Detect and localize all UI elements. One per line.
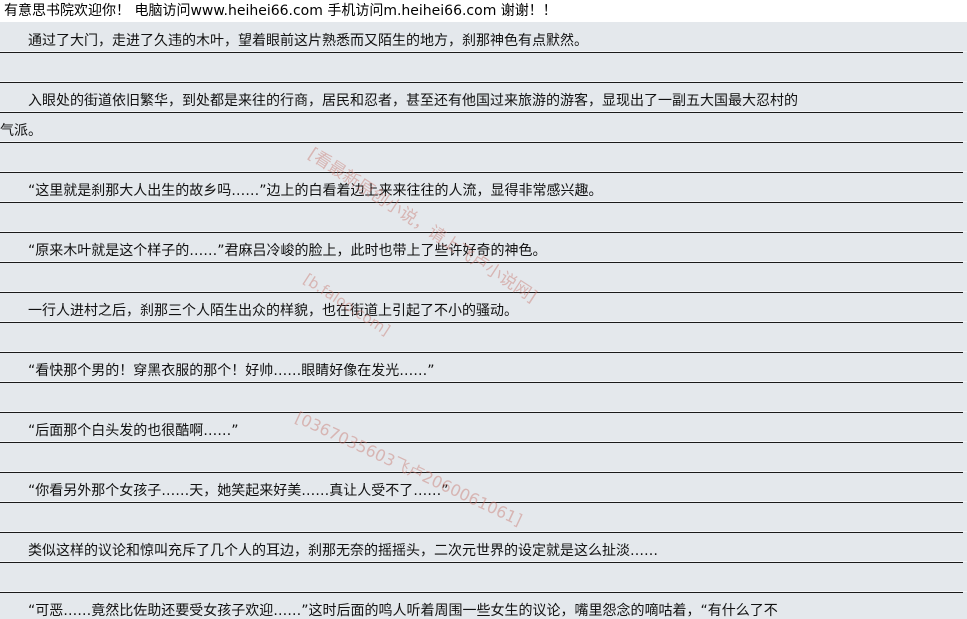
text-line: “后面那个白头发的也很酷啊……”	[0, 412, 963, 443]
site-banner: 有意思书院欢迎你！ 电脑访问www.heihei66.com 手机访问m.hei…	[0, 0, 967, 22]
blank-line	[0, 322, 963, 353]
text-line-content: 一行人进村之后，刹那三个人陌生出众的样貌，也在街道上引起了不小的骚动。	[0, 303, 518, 319]
text-line: “这里就是刹那大人出生的故乡吗……”边上的白看着边上来来往往的人流，显得非常感兴…	[0, 172, 963, 203]
chapter-text: 通过了大门，走进了久违的木叶，望着眼前这片熟悉而又陌生的地方，刹那神色有点默然。…	[0, 22, 967, 619]
text-line-content: “你看另外那个女孩子……天，她笑起来好美……真让人受不了……”	[0, 483, 449, 499]
text-line: 类似这样的议论和惊叫充斥了几个人的耳边，刹那无奈的摇摇头，二次元世界的设定就是这…	[0, 532, 963, 563]
text-line-content: “原来木叶就是这个样子的……”君麻吕冷峻的脸上，此时也带上了些许好奇的神色。	[0, 243, 547, 259]
text-line: 一行人进村之后，刹那三个人陌生出众的样貌，也在街道上引起了不小的骚动。	[0, 292, 963, 323]
text-line: 气派。	[0, 112, 963, 143]
blank-line	[0, 142, 963, 173]
text-line: 入眼处的街道依旧繁华，到处都是来往的行商，居民和忍者，甚至还有他国过来旅游的游客…	[0, 82, 963, 113]
text-line-content: 类似这样的议论和惊叫充斥了几个人的耳边，刹那无奈的摇摇头，二次元世界的设定就是这…	[0, 543, 658, 559]
text-line-content: 通过了大门，走进了久违的木叶，望着眼前这片熟悉而又陌生的地方，刹那神色有点默然。	[0, 33, 588, 49]
text-line: “你看另外那个女孩子……天，她笑起来好美……真让人受不了……”	[0, 472, 963, 503]
text-line-content: 入眼处的街道依旧繁华，到处都是来往的行商，居民和忍者，甚至还有他国过来旅游的游客…	[0, 93, 798, 109]
text-line-content: “可恶……竟然比佐助还要受女孩子欢迎……”这时后面的鸣人听着周围一些女生的议论，…	[0, 603, 778, 619]
text-line-content: “看快那个男的！穿黑衣服的那个！好帅……眼睛好像在发光……”	[0, 363, 435, 379]
text-line-content: “后面那个白头发的也很酷啊……”	[0, 423, 239, 439]
blank-line	[0, 202, 963, 233]
blank-line	[0, 382, 963, 413]
text-line-content: “这里就是刹那大人出生的故乡吗……”边上的白看着边上来来往往的人流，显得非常感兴…	[0, 183, 603, 199]
text-line: “看快那个男的！穿黑衣服的那个！好帅……眼睛好像在发光……”	[0, 352, 963, 383]
blank-line	[0, 442, 963, 473]
text-line: “原来木叶就是这个样子的……”君麻吕冷峻的脸上，此时也带上了些许好奇的神色。	[0, 232, 963, 263]
text-line: “可恶……竟然比佐助还要受女孩子欢迎……”这时后面的鸣人听着周围一些女生的议论，…	[0, 592, 963, 619]
text-line: 通过了大门，走进了久违的木叶，望着眼前这片熟悉而又陌生的地方，刹那神色有点默然。	[0, 22, 963, 53]
blank-line	[0, 262, 963, 293]
text-line-content: 气派。	[0, 123, 42, 139]
blank-line	[0, 52, 963, 83]
blank-line	[0, 502, 963, 533]
blank-line	[0, 562, 963, 593]
